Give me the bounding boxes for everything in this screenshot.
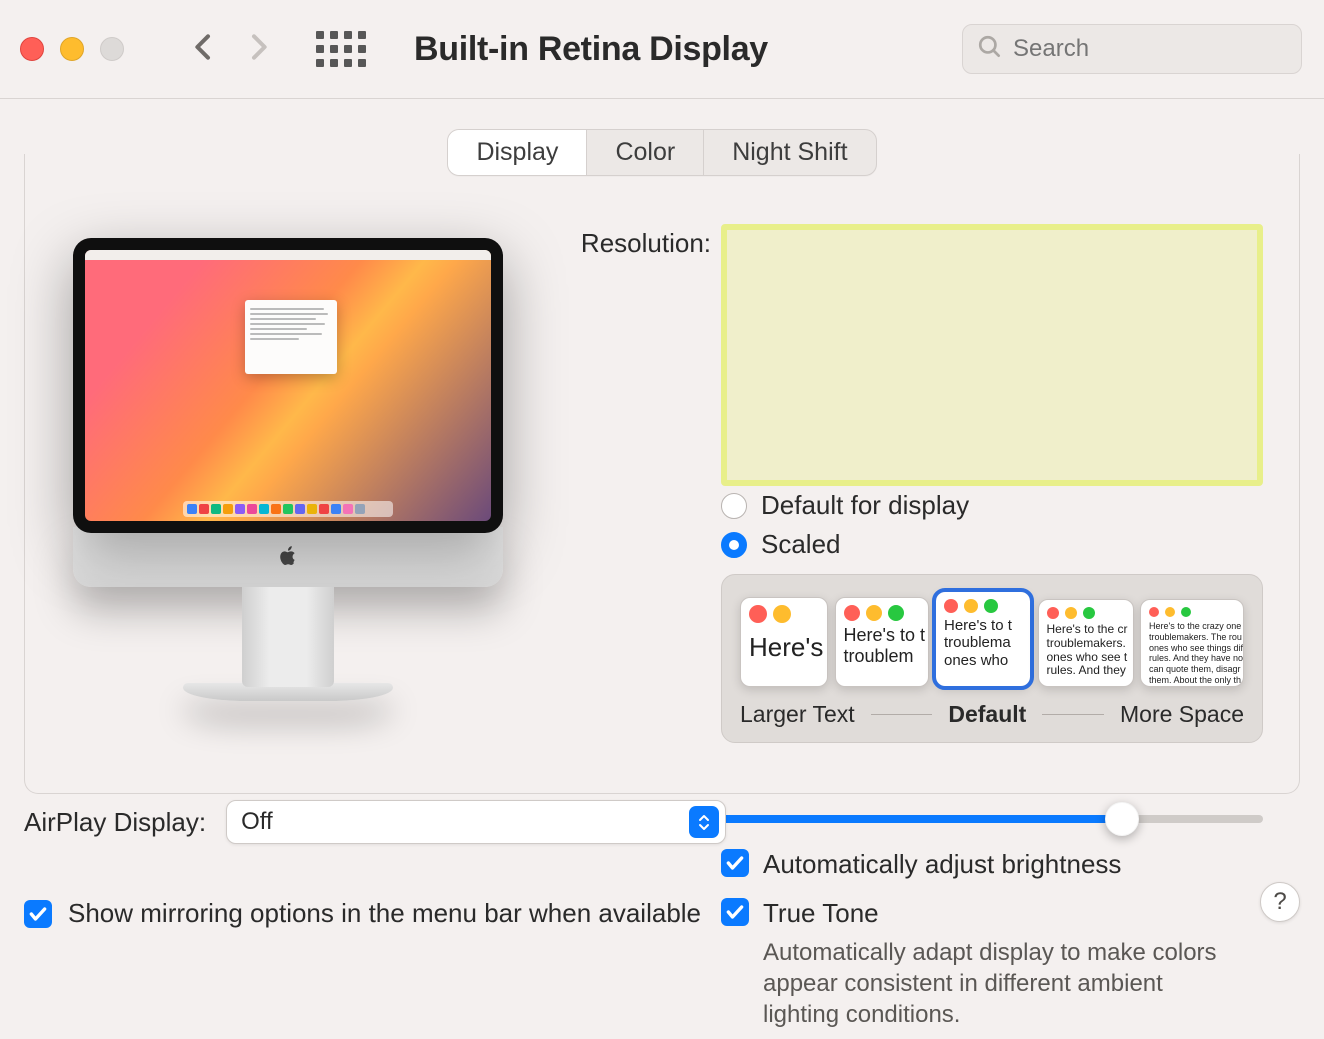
resolution-option-5-text: Here's to the crazy one troublemakers. T… [1141, 621, 1243, 687]
close-window-button[interactable] [20, 37, 44, 61]
radio-scaled-label: Scaled [761, 529, 841, 560]
show-mirroring-checkbox[interactable] [24, 900, 52, 928]
airplay-display-select[interactable]: Off [226, 800, 726, 844]
window-title: Built-in Retina Display [414, 30, 768, 69]
forward-button[interactable] [242, 31, 274, 68]
show-all-button[interactable] [316, 31, 366, 67]
radio-default-label: Default for display [761, 490, 969, 521]
display-preview [73, 238, 503, 701]
search-field[interactable] [962, 24, 1302, 74]
search-icon [977, 34, 1003, 65]
minimize-window-button[interactable] [60, 37, 84, 61]
help-button[interactable]: ? [1260, 882, 1300, 922]
maximize-window-button[interactable] [100, 37, 124, 61]
resolution-option-3-text: Here's to t troublema ones who [936, 617, 1030, 675]
resolution-option-1[interactable]: Here's [740, 597, 828, 687]
resolution-option-5[interactable]: Here's to the crazy one troublemakers. T… [1140, 599, 1244, 687]
toolbar: Built-in Retina Display [0, 0, 1324, 99]
traffic-lights [20, 37, 124, 61]
resolution-option-4[interactable]: Here's to the cr troublemakers. ones who… [1038, 599, 1134, 687]
airplay-label: AirPlay Display: [24, 807, 206, 838]
resolution-option-1-text: Here's [741, 627, 827, 669]
resolution-option-2-text: Here's to t troublem [836, 625, 928, 672]
apple-logo-icon [277, 546, 299, 568]
divider [1042, 714, 1104, 715]
more-space-label: More Space [1120, 701, 1244, 728]
resolution-label: Resolution: [557, 226, 721, 259]
default-label: Default [948, 701, 1026, 728]
true-tone-description: Automatically adapt display to make colo… [763, 937, 1223, 1031]
back-button[interactable] [188, 31, 220, 68]
highlight-overlay [721, 224, 1263, 486]
resolution-option-3-selected[interactable]: Here's to t troublema ones who [935, 591, 1031, 687]
show-mirroring-label: Show mirroring options in the menu bar w… [68, 898, 701, 929]
nav-arrows [188, 31, 274, 68]
radio-default-for-display[interactable] [721, 493, 747, 519]
scaled-resolutions-box: Here's Here's to t troublem Here's to t … [721, 574, 1263, 743]
chevron-up-down-icon [689, 806, 719, 838]
display-panel: Resolution: Default for display Scaled [24, 154, 1300, 794]
resolution-option-4-text: Here's to the cr troublemakers. ones who… [1039, 623, 1133, 684]
airplay-display-value: Off [241, 808, 273, 836]
resolution-option-2[interactable]: Here's to t troublem [835, 597, 929, 687]
divider [871, 714, 933, 715]
radio-scaled[interactable] [721, 532, 747, 558]
larger-text-label: Larger Text [740, 701, 855, 728]
search-input[interactable] [1013, 35, 1287, 63]
